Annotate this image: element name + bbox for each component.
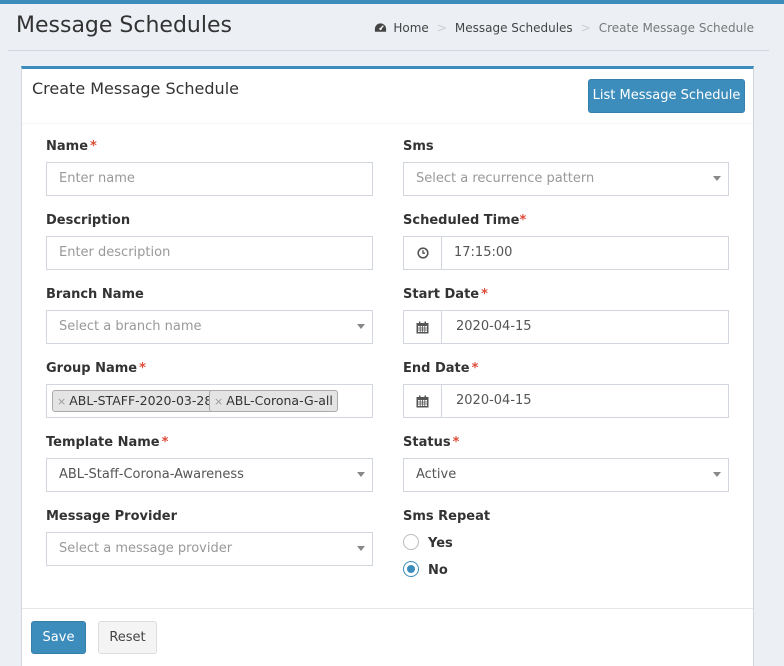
top-accent-bar	[0, 0, 784, 4]
box-title: Create Message Schedule	[32, 79, 239, 98]
message-provider-select[interactable]: Select a message provider	[46, 532, 373, 566]
message-provider-label: Message Provider	[46, 509, 177, 524]
sms-repeat-yes-label[interactable]: Yes	[428, 536, 453, 551]
sms-repeat-yes-radio[interactable]	[403, 534, 419, 550]
scheduled-time-field[interactable]: 17:15:00	[403, 236, 729, 270]
end-date-field[interactable]: 2020-04-15	[403, 384, 729, 418]
branch-name-label: Branch Name	[46, 287, 144, 302]
end-date-value: 2020-04-15	[456, 393, 532, 408]
branch-name-placeholder: Select a branch name	[59, 319, 202, 334]
group-tag: × ABL-STAFF-2020-03-28	[52, 390, 218, 412]
scheduled-time-value: 17:15:00	[454, 245, 513, 260]
sms-label: Sms	[403, 139, 434, 154]
caret-down-icon	[357, 546, 365, 551]
breadcrumb: Home > Message Schedules > Create Messag…	[374, 21, 754, 35]
template-name-select[interactable]: ABL-Staff-Corona-Awareness	[46, 458, 373, 492]
box-footer-divider	[22, 608, 753, 609]
clock-icon	[404, 237, 442, 269]
start-date-field[interactable]: 2020-04-15	[403, 310, 729, 344]
tag-remove-icon[interactable]: ×	[214, 395, 223, 408]
sms-recurrence-placeholder: Select a recurrence pattern	[416, 171, 595, 186]
group-name-multiselect[interactable]: × ABL-STAFF-2020-03-28 × ABL-Corona-G-all	[46, 384, 373, 418]
status-label: Status *	[403, 435, 460, 450]
group-name-label: Group Name *	[46, 361, 146, 376]
start-date-value: 2020-04-15	[456, 319, 532, 334]
caret-down-icon	[713, 176, 721, 181]
scheduled-time-label: Scheduled Time*	[403, 213, 527, 228]
tag-remove-icon[interactable]: ×	[57, 395, 66, 408]
sms-recurrence-select[interactable]: Select a recurrence pattern	[403, 162, 729, 196]
dashboard-icon	[375, 23, 387, 32]
caret-down-icon	[357, 324, 365, 329]
header-divider	[8, 50, 769, 51]
name-input[interactable]	[59, 163, 372, 194]
calendar-icon	[404, 385, 442, 417]
sms-repeat-label: Sms Repeat	[403, 509, 491, 524]
description-field[interactable]	[46, 236, 373, 270]
caret-down-icon	[357, 472, 365, 477]
calendar-icon	[404, 311, 442, 343]
name-label: Name *	[46, 139, 97, 154]
sms-repeat-no-label[interactable]: No	[428, 563, 448, 578]
breadcrumb-separator: >	[436, 21, 447, 35]
reset-button[interactable]: Reset	[98, 621, 157, 654]
group-tag: × ABL-Corona-G-all	[209, 390, 338, 412]
start-date-label: Start Date *	[403, 287, 488, 302]
end-date-label: End Date *	[403, 361, 479, 376]
description-label: Description	[46, 213, 131, 228]
breadcrumb-separator: >	[580, 21, 591, 35]
breadcrumb-current: Create Message Schedule	[598, 21, 754, 35]
description-input[interactable]	[59, 237, 372, 268]
save-button[interactable]: Save	[31, 621, 86, 654]
name-field[interactable]	[46, 162, 373, 196]
caret-down-icon	[713, 472, 721, 477]
template-name-label: Template Name *	[46, 435, 169, 450]
box-header-divider	[22, 123, 753, 124]
create-schedule-box: Create Message Schedule List Message Sch…	[21, 66, 754, 666]
status-value: Active	[416, 467, 457, 482]
breadcrumb-home-link[interactable]: Home	[393, 21, 428, 35]
branch-name-select[interactable]: Select a branch name	[46, 310, 373, 344]
template-name-value: ABL-Staff-Corona-Awareness	[59, 467, 244, 482]
message-provider-placeholder: Select a message provider	[59, 541, 233, 556]
sms-repeat-no-radio[interactable]	[403, 561, 419, 577]
status-select[interactable]: Active	[403, 458, 729, 492]
breadcrumb-section-link[interactable]: Message Schedules	[455, 21, 573, 35]
list-message-schedule-button[interactable]: List Message Schedule	[588, 79, 745, 113]
page-title: Message Schedules	[16, 13, 232, 38]
